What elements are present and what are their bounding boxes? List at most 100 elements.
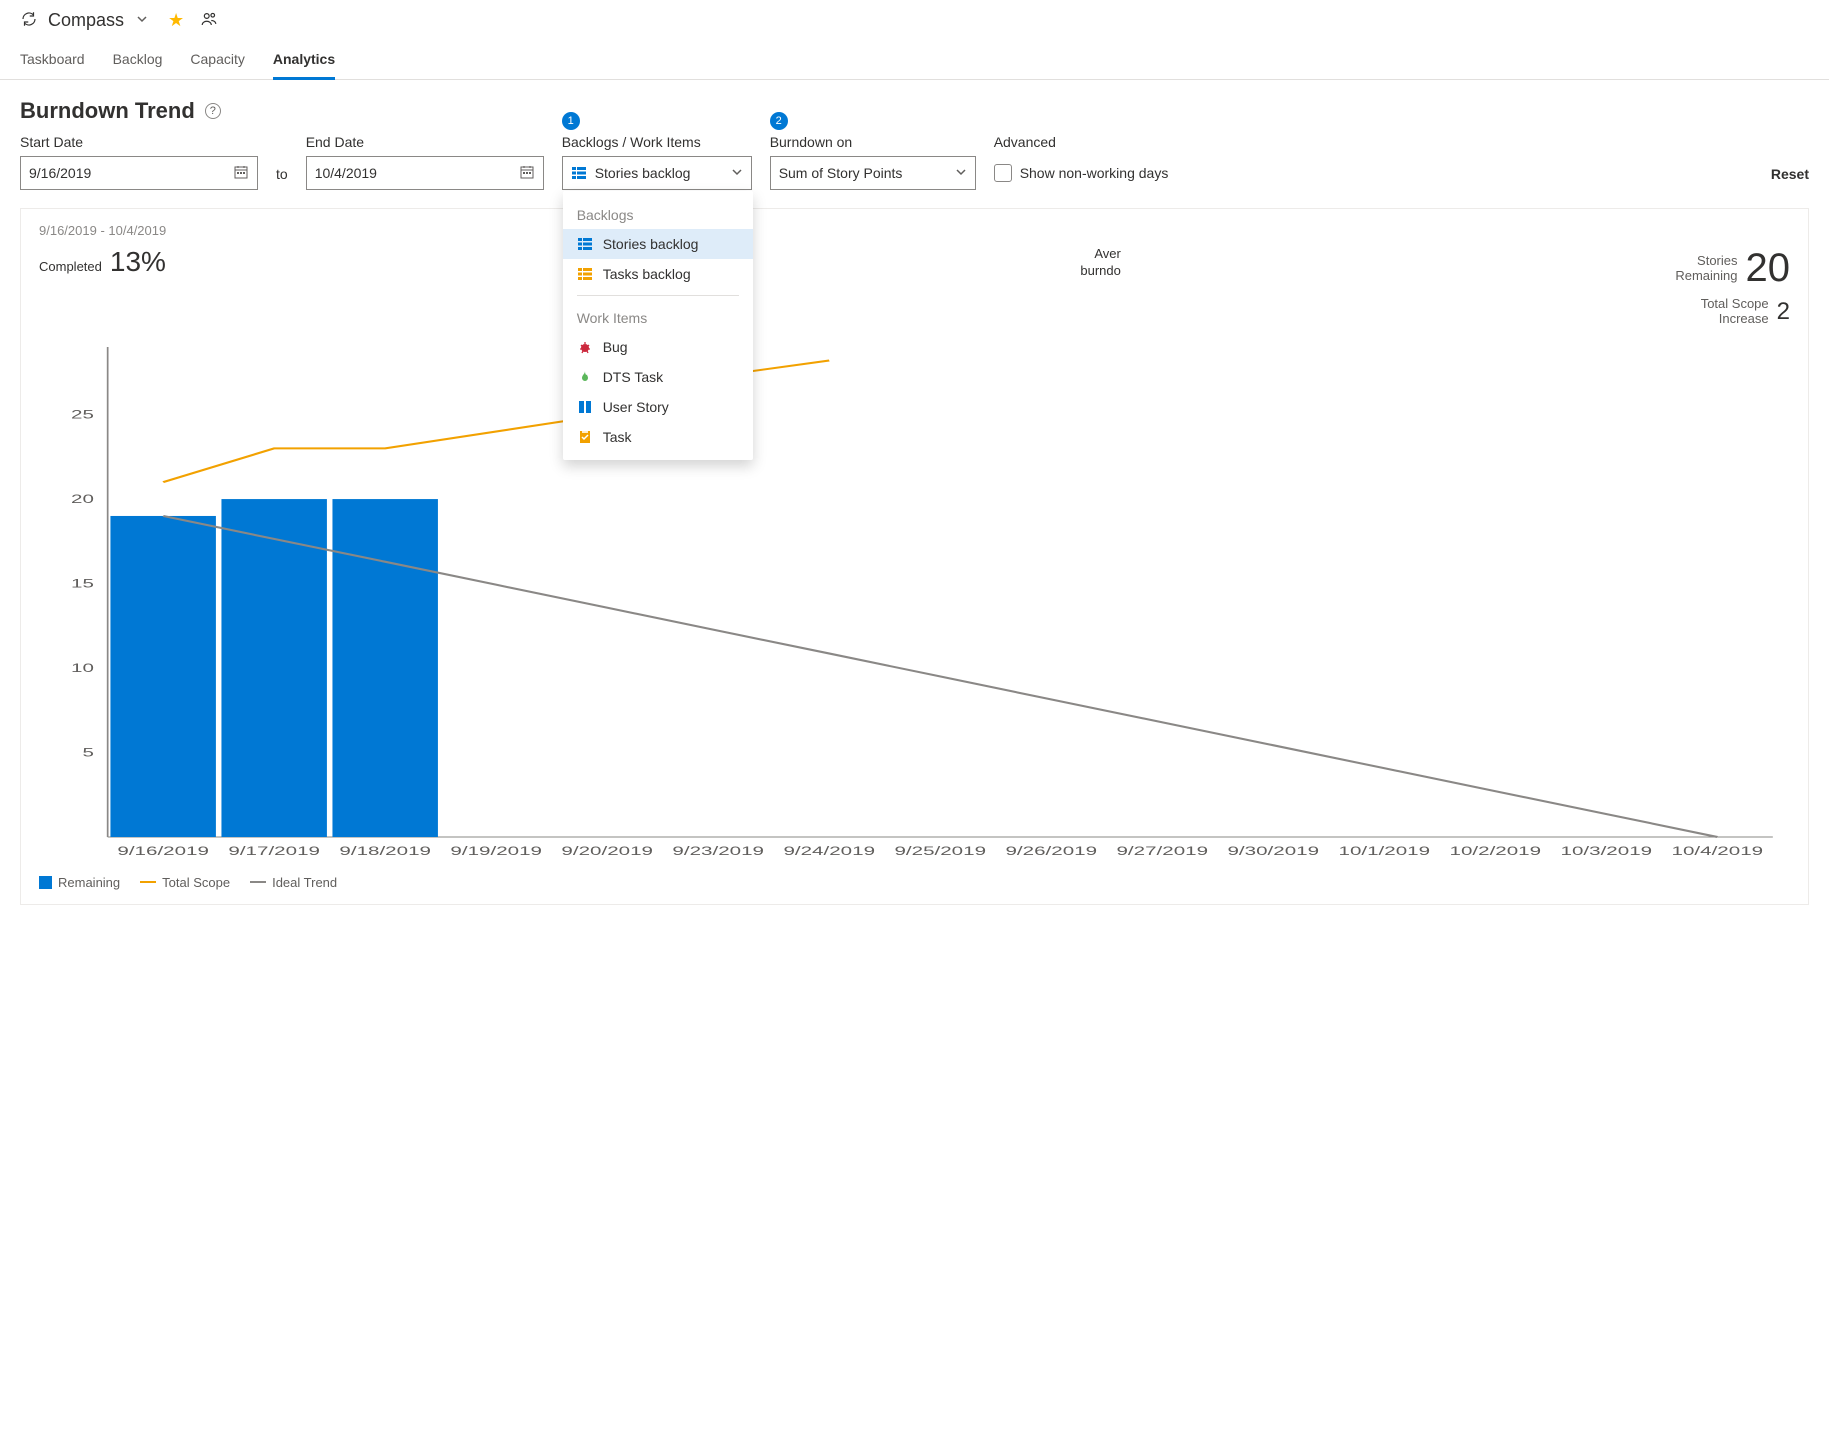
advanced-label: Advanced	[994, 134, 1169, 150]
chart-legend: Remaining Total Scope Ideal Trend	[21, 867, 1808, 904]
svg-text:9/30/2019: 9/30/2019	[1227, 844, 1319, 858]
remaining-metric: Stories Remaining 20	[1675, 246, 1790, 291]
start-date-input[interactable]: 9/16/2019	[20, 156, 258, 190]
scope-label-2: Increase	[1719, 312, 1769, 327]
page-title: Burndown Trend	[20, 98, 195, 124]
to-label: to	[276, 166, 288, 190]
legend-total-scope: Total Scope	[140, 875, 230, 890]
chevron-down-icon	[731, 165, 743, 181]
chart-metrics-row: Completed 13% Aver burndo Stories Remain…	[21, 242, 1808, 337]
svg-text:9/27/2019: 9/27/2019	[1116, 844, 1208, 858]
clipboard-icon	[577, 429, 593, 445]
header-bar: Compass ★	[0, 0, 1829, 37]
calendar-icon	[519, 164, 535, 183]
legend-swatch	[39, 876, 52, 889]
refresh-icon[interactable]	[20, 10, 38, 31]
chart-body: 5101520259/16/20199/17/20199/18/20199/19…	[21, 337, 1808, 867]
svg-text:10/1/2019: 10/1/2019	[1339, 844, 1431, 858]
backlogs-label: Backlogs / Work Items	[562, 134, 752, 150]
svg-text:9/25/2019: 9/25/2019	[894, 844, 986, 858]
svg-text:9/20/2019: 9/20/2019	[561, 844, 653, 858]
backlogs-field: 1 Backlogs / Work Items Stories backlog …	[562, 134, 752, 190]
end-date-label: End Date	[306, 134, 544, 150]
end-date-field: End Date 10/4/2019	[306, 134, 544, 190]
show-non-working-days-label: Show non-working days	[1020, 165, 1169, 181]
backlog-icon	[577, 266, 593, 282]
backlog-icon	[571, 165, 587, 181]
start-date-label: Start Date	[20, 134, 258, 150]
menu-item-dts-task[interactable]: DTS Task	[563, 362, 753, 392]
advanced-field: Advanced Show non-working days	[994, 134, 1169, 190]
menu-group-header-workitems: Work Items	[563, 302, 753, 332]
bug-icon	[577, 339, 593, 355]
menu-item-label: Stories backlog	[603, 236, 699, 252]
help-icon[interactable]: ?	[205, 103, 221, 119]
star-icon[interactable]: ★	[168, 10, 184, 31]
svg-text:5: 5	[82, 746, 93, 760]
show-non-working-days-checkbox[interactable]	[994, 164, 1012, 182]
menu-item-task[interactable]: Task	[563, 422, 753, 452]
calendar-icon	[233, 164, 249, 183]
menu-item-label: Task	[603, 429, 632, 445]
menu-item-label: DTS Task	[603, 369, 663, 385]
flame-icon	[577, 369, 593, 385]
end-date-input[interactable]: 10/4/2019	[306, 156, 544, 190]
avg-burndown-metric: Aver burndo	[1080, 246, 1120, 280]
backlogs-dropdown-menu: Backlogs Stories backlog Tasks backlog W…	[563, 191, 753, 460]
menu-item-tasks-backlog[interactable]: Tasks backlog	[563, 259, 753, 289]
backlogs-dropdown[interactable]: Stories backlog Backlogs Stories backlog…	[562, 156, 752, 190]
legend-ideal-trend: Ideal Trend	[250, 875, 337, 890]
end-date-value: 10/4/2019	[315, 165, 377, 181]
tab-taskboard[interactable]: Taskboard	[20, 43, 85, 80]
scope-label-1: Total Scope	[1701, 297, 1769, 312]
reset-link[interactable]: Reset	[1771, 166, 1809, 190]
burndown-chart-card: 9/16/2019 - 10/4/2019 Completed 13% Aver…	[20, 208, 1809, 905]
remaining-label-1: Stories	[1697, 254, 1737, 269]
menu-item-stories-backlog[interactable]: Stories backlog	[563, 229, 753, 259]
callout-badge-2: 2	[770, 112, 788, 130]
legend-remaining: Remaining	[39, 875, 120, 890]
svg-text:9/23/2019: 9/23/2019	[672, 844, 764, 858]
start-date-value: 9/16/2019	[29, 165, 91, 181]
chevron-down-icon[interactable]	[136, 13, 148, 28]
people-icon[interactable]	[200, 10, 218, 31]
completed-metric: Completed 13%	[39, 246, 166, 278]
svg-text:9/16/2019: 9/16/2019	[117, 844, 209, 858]
chevron-down-icon	[955, 165, 967, 181]
menu-divider	[577, 295, 739, 296]
filter-row: Start Date 9/16/2019 to End Date 10/4/20…	[0, 134, 1829, 208]
remaining-value: 20	[1746, 246, 1791, 291]
tab-backlog[interactable]: Backlog	[113, 43, 163, 80]
section-title-row: Burndown Trend ?	[0, 80, 1829, 134]
svg-text:9/17/2019: 9/17/2019	[228, 844, 320, 858]
scope-value: 2	[1777, 298, 1790, 326]
svg-text:25: 25	[71, 408, 94, 422]
svg-text:9/19/2019: 9/19/2019	[450, 844, 542, 858]
tab-analytics[interactable]: Analytics	[273, 43, 335, 80]
remaining-label-2: Remaining	[1675, 269, 1737, 284]
scope-metric: Total Scope Increase 2	[1701, 297, 1790, 327]
menu-item-bug[interactable]: Bug	[563, 332, 753, 362]
completed-value: 13%	[110, 246, 166, 278]
menu-item-label: User Story	[603, 399, 669, 415]
backlog-icon	[577, 236, 593, 252]
menu-group-header-backlogs: Backlogs	[563, 199, 753, 229]
legend-swatch	[140, 881, 156, 883]
book-icon	[577, 399, 593, 415]
project-title[interactable]: Compass	[48, 10, 124, 31]
backlogs-selected-value: Stories backlog	[595, 165, 691, 181]
menu-item-user-story[interactable]: User Story	[563, 392, 753, 422]
burndown-on-selected-value: Sum of Story Points	[779, 165, 903, 181]
menu-item-label: Tasks backlog	[603, 266, 691, 282]
svg-text:10/2/2019: 10/2/2019	[1450, 844, 1542, 858]
burndown-on-dropdown[interactable]: Sum of Story Points	[770, 156, 976, 190]
burndown-on-label: Burndown on	[770, 134, 976, 150]
chart-date-range: 9/16/2019 - 10/4/2019	[39, 223, 166, 238]
tab-capacity[interactable]: Capacity	[190, 43, 244, 80]
svg-text:9/26/2019: 9/26/2019	[1005, 844, 1097, 858]
menu-item-label: Bug	[603, 339, 628, 355]
svg-text:10/4/2019: 10/4/2019	[1672, 844, 1764, 858]
svg-text:15: 15	[71, 577, 94, 591]
burndown-chart: 5101520259/16/20199/17/20199/18/20199/19…	[39, 337, 1790, 867]
burndown-on-field: 2 Burndown on Sum of Story Points	[770, 134, 976, 190]
